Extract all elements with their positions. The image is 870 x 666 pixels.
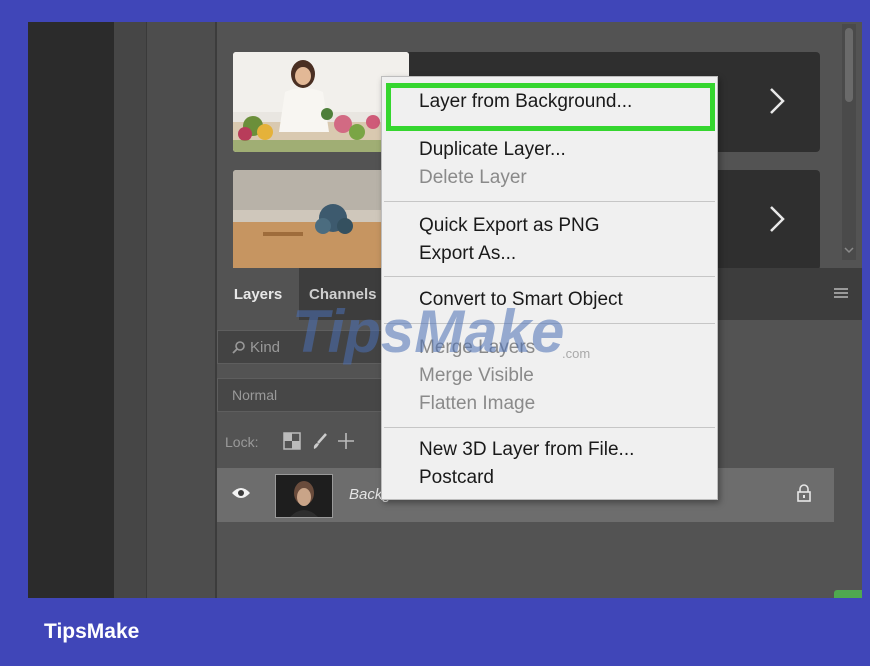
blend-mode-select[interactable]: Normal [217,378,407,412]
tab-layers[interactable]: Layers [217,268,299,320]
menu-item-new-3d-layer[interactable]: New 3D Layer from File... [419,439,634,461]
filter-kind-label: Kind [250,338,281,356]
toolbar-strip [114,22,147,598]
scroll-down-icon[interactable] [844,246,854,254]
panel-dock [147,22,217,598]
filter-kind-field[interactable]: Kind [217,330,407,364]
left-dark-area [28,22,114,598]
lock-image-pixels-icon[interactable] [311,432,329,450]
menu-item-convert-smart-object[interactable]: Convert to Smart Object [419,289,623,311]
layer-lock-icon[interactable] [796,484,812,502]
layers-panel-empty-area [217,522,862,598]
menu-separator [384,276,715,277]
lock-transparent-pixels-icon[interactable] [283,432,301,450]
menu-item-export-as[interactable]: Export As... [419,243,516,265]
panel-scrollbar[interactable] [842,24,856,260]
menu-item-quick-export-png[interactable]: Quick Export as PNG [419,215,600,237]
lock-position-icon[interactable] [337,432,355,450]
menu-item-merge-visible[interactable]: Merge Visible [419,365,534,387]
layer-context-menu: Layer from Background... Duplicate Layer… [381,76,718,500]
menu-separator [384,201,715,202]
chevron-right-icon[interactable] [762,84,792,118]
brand-label: TipsMake [44,620,140,643]
menu-item-merge-layers[interactable]: Merge Layers [419,337,535,359]
panel-menu-icon[interactable] [834,288,848,298]
corner-indicator [834,590,862,598]
menu-item-layer-from-background[interactable]: Layer from Background... [419,91,632,113]
tab-channels[interactable]: Channels [309,268,377,320]
menu-item-flatten-image[interactable]: Flatten Image [419,393,535,415]
layer-thumbnail [275,474,333,518]
menu-separator [384,323,715,324]
menu-item-delete-layer[interactable]: Delete Layer [419,167,527,189]
screenshot-frame: Layers Channels Kind Normal Lock: Layer … [0,0,870,666]
visibility-eye-icon[interactable] [231,486,251,500]
lock-label: Lock: [225,434,259,450]
chevron-right-icon[interactable] [762,202,792,236]
scrollbar-thumb[interactable] [845,28,853,102]
menu-item-postcard[interactable]: Postcard [419,467,494,489]
menu-item-duplicate-layer[interactable]: Duplicate Layer... [419,139,566,161]
search-icon [232,341,245,354]
menu-separator [384,427,715,428]
